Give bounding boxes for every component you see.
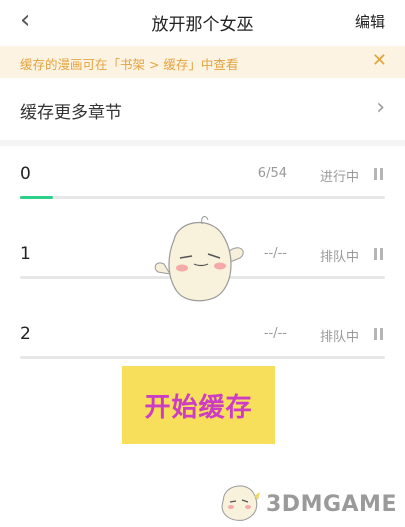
notice-text: 缓存的漫画可在「书架 > 缓存」中查看 <box>20 57 239 72</box>
chapter-name: 0 <box>20 164 31 184</box>
progress-track <box>20 196 385 199</box>
pause-icon[interactable] <box>374 248 383 260</box>
pause-icon[interactable] <box>374 328 383 340</box>
pause-icon[interactable] <box>374 168 383 180</box>
mascot-icon <box>154 216 244 302</box>
section-divider <box>0 140 405 146</box>
header-bar: ‹ 放开那个女巫 编辑 <box>0 0 405 42</box>
watermark-mascot-icon <box>221 485 260 521</box>
chapter-name: 1 <box>20 244 31 264</box>
download-status: 排队中 <box>319 250 359 265</box>
page-title: 放开那个女巫 <box>151 15 254 35</box>
watermark: 3DMGAME <box>208 478 398 524</box>
cache-notice-banner: 缓存的漫画可在「书架 > 缓存」中查看 ✕ <box>0 46 405 78</box>
download-progress-count: --/-- <box>263 326 287 341</box>
cache-more-chapters-row[interactable]: 缓存更多章节 › <box>0 82 405 136</box>
chevron-right-icon: › <box>376 95 385 120</box>
watermark-text: 3DMGAME <box>266 492 397 517</box>
progress-fill <box>20 196 53 199</box>
start-cache-button[interactable]: 开始缓存 <box>122 366 275 444</box>
download-progress-count: --/-- <box>263 246 287 261</box>
download-status: 排队中 <box>319 330 359 345</box>
cache-more-chapters-label: 缓存更多章节 <box>20 103 122 123</box>
progress-track <box>20 356 385 359</box>
edit-button[interactable]: 编辑 <box>355 11 385 32</box>
chapter-name: 2 <box>20 324 31 344</box>
download-status: 进行中 <box>319 170 359 185</box>
close-icon[interactable]: ✕ <box>372 50 387 71</box>
download-progress-count: 6/54 <box>257 166 287 181</box>
